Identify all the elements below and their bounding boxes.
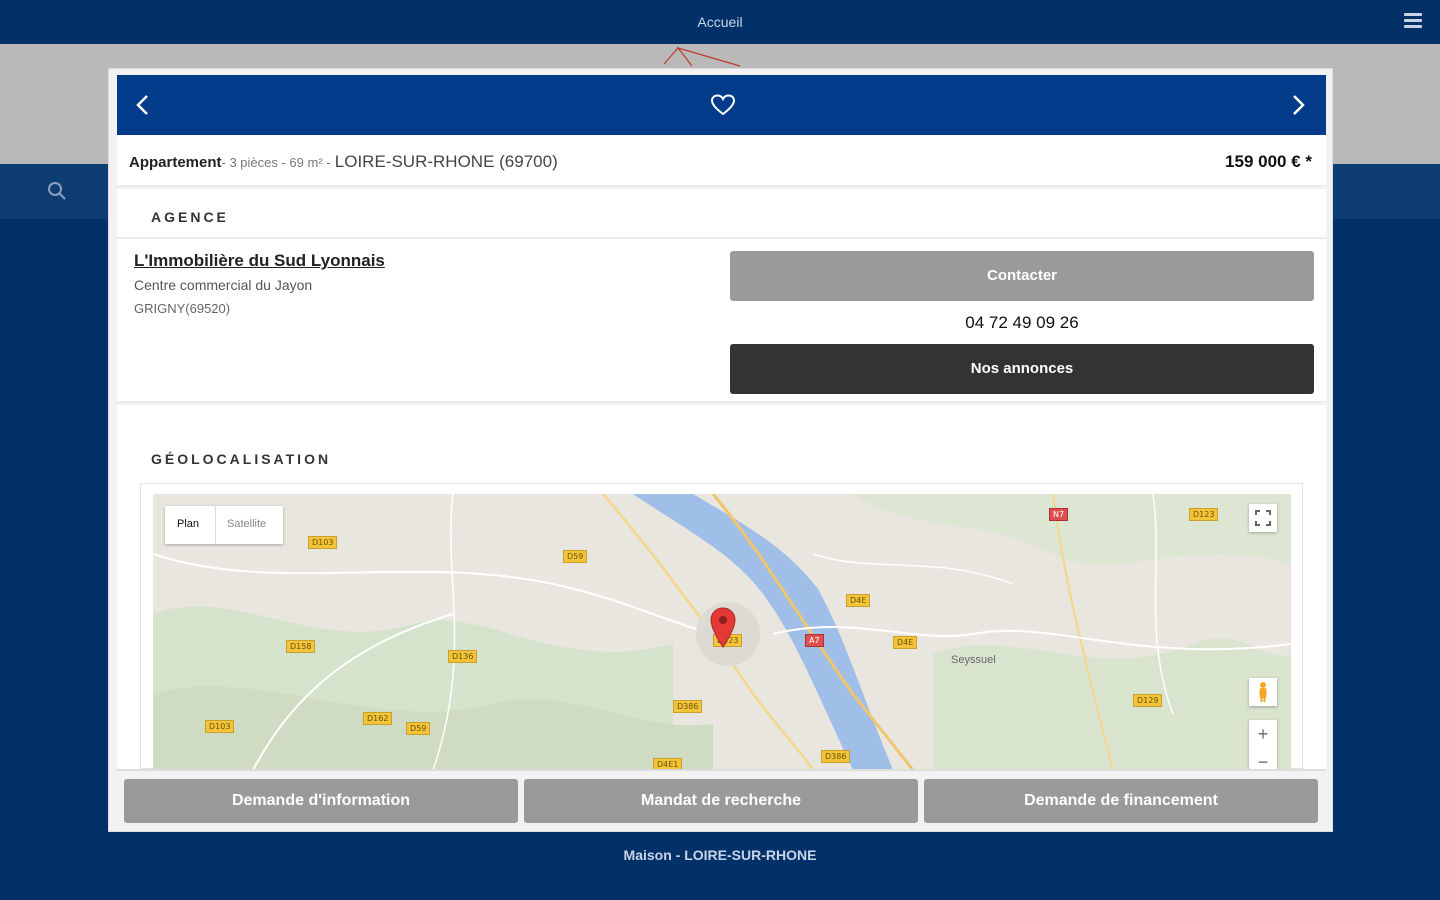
modal-header [117,75,1326,135]
modal-footer: Demande d'information Mandat de recherch… [117,769,1326,827]
zoom-control: + − [1249,720,1277,770]
financing-request-button[interactable]: Demande de financement [924,779,1318,823]
zoom-in-button[interactable]: + [1249,720,1277,748]
top-bar: Accueil [0,0,1440,44]
heart-icon[interactable] [709,91,737,119]
listing-caption: Maison - LOIRE-SUR-RHONE [623,847,817,863]
road-label: D103 [308,536,338,549]
map-type-plan[interactable]: Plan [177,518,199,530]
information-request-button[interactable]: Demande d'information [124,779,518,823]
road-label: D162 [363,712,393,725]
property-price: 159 000 € * [1225,152,1312,171]
map-canvas[interactable]: D103 D59 D158 D136 D162 D103 D59 D4E A7 … [153,494,1291,770]
road-label: D59 [406,722,431,735]
chevron-left-icon[interactable] [129,91,157,119]
search-icon[interactable] [46,180,68,202]
road-label: A7 [805,634,824,647]
road-label: N7 [1049,508,1069,521]
road-label: D4E [893,636,918,649]
agency-phone[interactable]: 04 72 49 09 26 [730,313,1314,333]
agency-section-title: AGENCE [151,209,229,225]
map-pin-icon[interactable] [709,606,737,648]
agency-city: GRIGNY(69520) [134,301,231,316]
fullscreen-icon[interactable] [1249,504,1277,532]
property-type: Appartement [129,154,222,171]
map-frame: D103 D59 D158 D136 D162 D103 D59 D4E A7 … [140,483,1303,770]
geolocation-section: GÉOLOCALISATION D103 D59 D158 D136 D162 … [117,405,1326,770]
map-type-divider [215,506,216,544]
geolocation-section-title: GÉOLOCALISATION [151,451,332,467]
search-mandate-button[interactable]: Mandat de recherche [524,779,918,823]
road-label: D386 [821,750,851,763]
map-type-satellite[interactable]: Satellite [227,518,266,530]
road-label: D129 [1133,694,1163,707]
map-type-control: Plan Satellite [165,506,283,544]
agency-name-link[interactable]: L'Immobilière du Sud Lyonnais [134,251,385,271]
road-label: D136 [448,650,478,663]
contact-button[interactable]: Contacter [730,251,1314,301]
property-meta: - 3 pièces - 69 m² - [221,155,331,170]
road-label: D123 [1189,508,1219,521]
chevron-right-icon[interactable] [1284,91,1312,119]
road-label: D386 [673,700,703,713]
zoom-out-button[interactable]: − [1249,748,1277,770]
property-summary: Appartement- 3 pièces - 69 m² - LOIRE-SU… [129,152,558,172]
agency-section-header: AGENCE [117,189,1326,237]
agency-address: Centre commercial du Jayon [134,277,313,293]
pegman-icon[interactable] [1249,678,1277,706]
road-label: D158 [286,640,316,653]
road-label: D59 [563,550,588,563]
logo-fragment [663,46,741,67]
listing-modal: Appartement- 3 pièces - 69 m² - LOIRE-SU… [108,68,1333,832]
page-title: Accueil [697,14,743,30]
our-listings-button[interactable]: Nos annonces [730,344,1314,394]
agency-card: L'Immobilière du Sud Lyonnais Centre com… [117,237,1326,403]
hamburger-icon[interactable] [1404,13,1422,29]
road-label: D103 [205,720,235,733]
listing-summary: Appartement- 3 pièces - 69 m² - LOIRE-SU… [117,135,1326,187]
town-label: Seyssuel [951,654,996,666]
road-label: D4E [846,594,871,607]
property-city: LOIRE-SUR-RHONE (69700) [334,152,558,171]
